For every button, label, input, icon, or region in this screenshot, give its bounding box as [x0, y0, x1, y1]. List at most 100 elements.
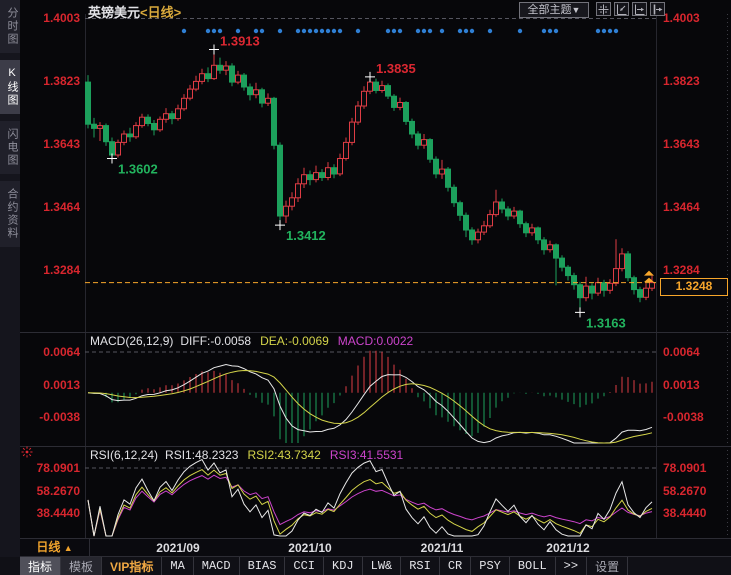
macd-bar-value: MACD:0.0022 [338, 334, 413, 348]
toolbar-item-macd[interactable]: MACD [194, 557, 240, 575]
candle-body [440, 169, 445, 174]
theme-dropdown[interactable]: 全部主题▼ [519, 2, 589, 18]
signal-dot [314, 29, 318, 33]
candle-body [584, 286, 589, 298]
pan-right-icon[interactable] [650, 2, 665, 16]
candle-body [536, 228, 541, 240]
triangle-up-icon: ▲ [64, 543, 73, 553]
candle-body [470, 230, 475, 240]
candle-body [320, 173, 325, 178]
bottom-toolbar: 指标模板VIP指标MAMACDBIASCCIKDJLW&RSICRPSYBOLL… [0, 557, 731, 575]
signal-dot [596, 29, 600, 33]
macd-dea-value: DEA:-0.0069 [260, 334, 329, 348]
extreme-price-label: 1.3602 [118, 162, 158, 177]
sidebar-item-timeshare[interactable]: 分时图 [0, 0, 20, 53]
rsi1-line [88, 460, 652, 537]
rsi-axis-label-right: 38.4440 [663, 506, 729, 520]
candle-body [410, 121, 415, 134]
signal-dot [470, 29, 474, 33]
candle-body [254, 90, 259, 95]
toolbar-item-psy[interactable]: PSY [471, 557, 510, 575]
toolbar-item-more[interactable]: >> [556, 557, 587, 575]
price-axis-label-right: 1.3464 [663, 200, 729, 214]
candle-body [614, 269, 619, 284]
time-axis-label: 2021/09 [143, 540, 213, 556]
candle-body [554, 245, 559, 258]
toolbar-item-boll[interactable]: BOLL [510, 557, 556, 575]
left-tab-bar: 分时图 K线图闪电图合约资料 [0, 0, 20, 575]
extreme-price-label: 1.3835 [376, 61, 416, 76]
candle-body [506, 209, 511, 216]
toolbar-item-template[interactable]: 模板 [61, 557, 102, 575]
signal-dot [416, 29, 420, 33]
zoom-x-axis-icon[interactable] [632, 2, 647, 16]
toolbar-item-ma[interactable]: MA [162, 557, 193, 575]
indicator-alert-icon[interactable] [21, 445, 33, 463]
toolbar-item-lw[interactable]: LW& [363, 557, 402, 575]
candle-body [638, 290, 643, 298]
macd-axis-label-right: -0.0038 [663, 410, 729, 424]
candle-body [608, 283, 613, 290]
toolbar-item-indicator[interactable]: 指标 [20, 557, 61, 575]
signal-dot [206, 29, 210, 33]
toolbar-item-cci[interactable]: CCI [285, 557, 324, 575]
candle-body [386, 86, 391, 97]
chart-canvas[interactable]: 1.39131.38351.36021.34121.3163 [0, 0, 731, 575]
rsi3-line [88, 475, 652, 536]
candle-body [458, 203, 463, 216]
rsi-axis-label-left: 78.0901 [18, 461, 80, 475]
candle-body [236, 75, 241, 82]
signal-dot [332, 29, 336, 33]
candle-body [374, 82, 379, 90]
candle-body [332, 168, 337, 174]
macd-diff-value: DIFF:-0.0058 [180, 334, 251, 348]
signal-dot [278, 29, 282, 33]
sidebar-item-contract-info[interactable]: 合约资料 [0, 181, 20, 247]
toolbar-item-bias[interactable]: BIAS [240, 557, 286, 575]
sidebar-item-flash[interactable]: 闪电图 [0, 121, 20, 174]
period-selector[interactable]: 日线 ▲ [20, 539, 90, 556]
candle-body [338, 159, 343, 174]
candle-body [620, 254, 625, 269]
candle-body [248, 87, 253, 95]
signal-dot [488, 29, 492, 33]
signal-dot [386, 29, 390, 33]
candle-body [428, 140, 433, 160]
cross-marker [365, 72, 375, 82]
sidebar-item-kline[interactable]: K线图 [0, 60, 20, 114]
cross-marker [575, 307, 585, 317]
candle-body [176, 109, 181, 119]
macd-axis-label-left: 0.0013 [18, 378, 80, 392]
candle-body [548, 245, 553, 250]
toolbar-item-vip-indicator[interactable]: VIP指标 [102, 557, 162, 575]
candle-body [182, 98, 187, 109]
candle-body [524, 224, 529, 233]
toolbar-item-settings[interactable]: 设置 [587, 557, 628, 575]
extreme-price-label: 1.3412 [286, 228, 326, 243]
toolbar-item-cr[interactable]: CR [440, 557, 471, 575]
candle-body [308, 175, 313, 180]
candle-body [146, 117, 151, 123]
price-axis-label-right: 1.3284 [663, 263, 729, 277]
candle-body [416, 134, 421, 145]
signal-dot [614, 29, 618, 33]
zoom-y-axis-icon[interactable] [614, 2, 629, 16]
candle-body [596, 283, 601, 294]
candle-body [482, 226, 487, 232]
candle-body [452, 187, 457, 202]
toolbar-item-rsi[interactable]: RSI [401, 557, 440, 575]
signal-dot [554, 29, 558, 33]
candle-body [644, 288, 649, 297]
candle-body [446, 169, 451, 187]
crosshair-icon[interactable] [596, 2, 611, 16]
signal-dot [320, 29, 324, 33]
candle-body [314, 173, 319, 180]
signal-dot [302, 29, 306, 33]
candle-body [152, 124, 157, 130]
macd-header: MACD(26,12,9)DIFF:-0.0058DEA:-0.0069MACD… [90, 334, 413, 348]
price-axis-label-right: 1.4003 [663, 11, 729, 25]
candle-body [260, 90, 265, 103]
rsi2-value: RSI2:43.7342 [247, 448, 320, 462]
candle-body [368, 82, 373, 91]
toolbar-item-kdj[interactable]: KDJ [324, 557, 363, 575]
